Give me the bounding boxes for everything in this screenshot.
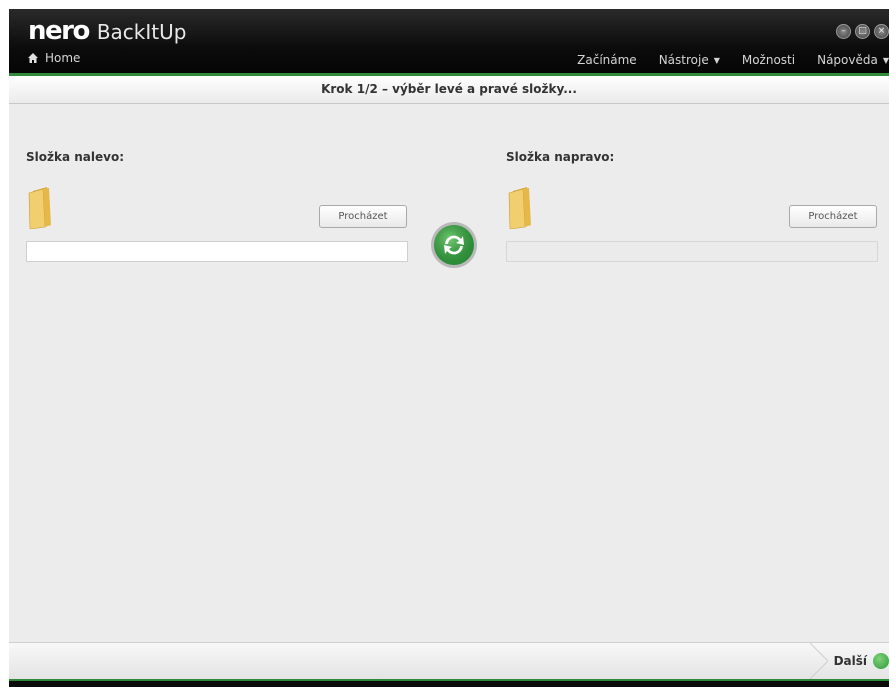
app-window: nero BackItUp Home – □ × Začínáme Nástro… xyxy=(9,9,889,687)
step-title: Krok 1/2 – výběr levé a pravé složky... xyxy=(321,82,577,96)
menu-item-zaciname[interactable]: Začínáme xyxy=(577,53,637,67)
menu-label: Možnosti xyxy=(741,53,796,67)
brand: nero BackItUp xyxy=(28,17,186,45)
menu-bar: Začínáme Nástroje ▼ Možnosti Nápověda ▼ xyxy=(555,53,889,67)
menu-item-moznosti[interactable]: Možnosti xyxy=(742,53,795,67)
menu-label: Nápověda xyxy=(817,53,878,67)
logo-text: nero xyxy=(28,16,90,46)
home-label: Home xyxy=(45,51,81,65)
bottom-accent xyxy=(9,679,889,687)
folder-icon xyxy=(508,187,531,229)
chevron-down-icon: ▼ xyxy=(882,56,889,65)
maximize-icon[interactable]: □ xyxy=(855,24,870,39)
sync-icon[interactable] xyxy=(430,221,478,269)
product-name: BackItUp xyxy=(96,20,187,44)
right-folder-label: Složka napravo: xyxy=(506,150,615,164)
menu-label: Začínáme xyxy=(577,53,637,67)
minimize-icon[interactable]: – xyxy=(836,24,851,39)
menu-item-napoveda[interactable]: Nápověda ▼ xyxy=(817,53,889,67)
menu-label: Nástroje xyxy=(658,53,709,67)
footer-bar: Další xyxy=(9,642,889,679)
title-bar: nero BackItUp Home – □ × Začínáme Nástro… xyxy=(9,9,889,73)
chevron-down-icon: ▼ xyxy=(713,56,720,65)
right-path-field[interactable] xyxy=(506,241,878,262)
step-header: Krok 1/2 – výběr levé a pravé složky... xyxy=(9,76,889,104)
chevron-right-icon xyxy=(809,643,828,679)
next-label: Další xyxy=(833,654,867,668)
right-browse-button[interactable]: Procházet xyxy=(789,205,877,228)
close-icon[interactable]: × xyxy=(874,24,889,39)
menu-item-nastroje[interactable]: Nástroje ▼ xyxy=(659,53,720,67)
left-path-field[interactable] xyxy=(26,241,408,262)
home-icon xyxy=(28,53,38,63)
folder-icon xyxy=(28,187,51,229)
window-controls: – □ × xyxy=(836,24,889,39)
next-button[interactable]: Další xyxy=(809,643,889,679)
left-browse-button[interactable]: Procházet xyxy=(319,205,407,228)
left-folder-label: Složka nalevo: xyxy=(26,150,124,164)
home-link[interactable]: Home xyxy=(28,51,80,65)
next-arrow-icon xyxy=(873,653,889,669)
